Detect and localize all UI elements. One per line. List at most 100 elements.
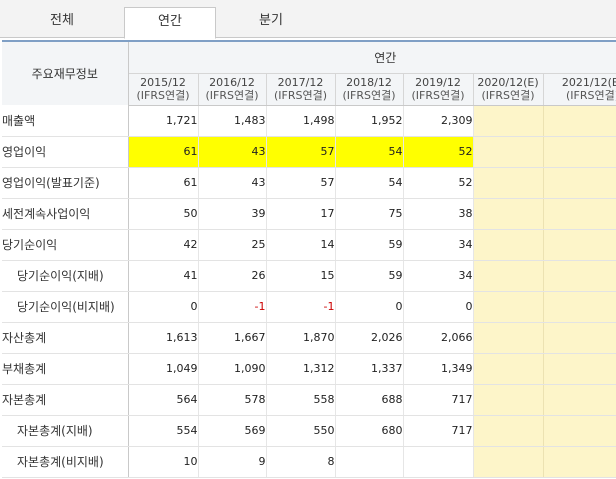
row-label[interactable]: 영업이익 <box>2 136 129 168</box>
estimate-cell <box>473 229 544 261</box>
row-label[interactable]: 자본총계(비지배) <box>2 446 129 478</box>
value-cell: 1,498 <box>266 105 336 137</box>
value-cell: 54 <box>335 167 404 199</box>
row-label[interactable]: 세전계속사업이익 <box>2 198 129 230</box>
estimate-cell <box>543 229 616 261</box>
estimate-cell <box>543 446 616 478</box>
value-cell: 0 <box>128 291 199 323</box>
value-cell: 2,066 <box>403 322 474 354</box>
value-cell: 717 <box>403 415 474 447</box>
value-cell: 0 <box>403 291 474 323</box>
table-row: 자본총계(비지배) 10 9 8 <box>2 446 616 478</box>
table-row: 자본총계(지배) 554 569 550 680 717 <box>2 415 616 447</box>
value-cell: 1,870 <box>266 322 336 354</box>
financial-summary-table: 주요재무정보 연간 2015/12 (IFRS연결) 2016/12 (IFRS연결)… <box>2 40 616 478</box>
annual-group-header: 연간 <box>128 40 616 74</box>
estimate-cell <box>473 384 544 416</box>
value-cell: 1,667 <box>198 322 267 354</box>
row-label[interactable]: 당기순이익(비지배) <box>2 291 129 323</box>
tab-annual[interactable]: 연간 <box>124 7 216 39</box>
estimate-cell <box>473 353 544 385</box>
value-cell: 52 <box>403 167 474 199</box>
estimate-cell <box>473 105 544 137</box>
tab-quarterly[interactable]: 분기 <box>216 7 326 38</box>
value-cell: 59 <box>335 229 404 261</box>
value-cell: 688 <box>335 384 404 416</box>
value-cell: 1,349 <box>403 353 474 385</box>
value-cell: 0 <box>335 291 404 323</box>
value-cell: 43 <box>198 167 267 199</box>
period-basis: (IFRS연결) <box>205 89 259 102</box>
value-cell: 1,952 <box>335 105 404 137</box>
value-cell: 1,090 <box>198 353 267 385</box>
period-header: 2020/12(E) (IFRS연결) <box>473 73 544 106</box>
period-date: 2019/12 <box>415 76 461 89</box>
row-label[interactable]: 영업이익(발표기준) <box>2 167 129 199</box>
estimate-cell <box>473 136 544 168</box>
value-cell: 558 <box>266 384 336 416</box>
row-label[interactable]: 부채총계 <box>2 353 129 385</box>
value-cell: 554 <box>128 415 199 447</box>
value-cell: 34 <box>403 260 474 292</box>
value-cell: 1,337 <box>335 353 404 385</box>
row-label[interactable]: 매출액 <box>2 105 129 137</box>
value-cell: 42 <box>128 229 199 261</box>
period-date: 2017/12 <box>277 76 324 89</box>
table-row: 당기순이익(비지배) 0 -1 -1 0 0 <box>2 291 616 323</box>
value-cell: 1,312 <box>266 353 336 385</box>
period-basis: (IFRS연결) <box>342 89 396 102</box>
table-row: 부채총계 1,049 1,090 1,312 1,337 1,349 <box>2 353 616 385</box>
estimate-cell <box>543 198 616 230</box>
period-date: 2018/12 <box>346 76 392 89</box>
estimate-cell <box>473 446 544 478</box>
row-label[interactable]: 자본총계 <box>2 384 129 416</box>
value-cell: 59 <box>335 260 404 292</box>
tab-all[interactable]: 전체 <box>0 7 124 38</box>
value-cell <box>335 446 404 478</box>
period-header: 2021/12(E)(IFRS연결) <box>543 73 616 106</box>
value-cell: -1 <box>198 291 267 323</box>
value-cell: 57 <box>266 136 336 168</box>
value-cell: 52 <box>403 136 474 168</box>
row-label[interactable]: 자본총계(지배) <box>2 415 129 447</box>
period-basis: (IFRS연결) <box>136 89 190 102</box>
value-cell: 75 <box>335 198 404 230</box>
value-cell: 2,309 <box>403 105 474 137</box>
estimate-cell <box>473 322 544 354</box>
period-basis: (IFRS연결) <box>411 89 465 102</box>
value-cell <box>403 446 474 478</box>
period-header: 2019/12 (IFRS연결) <box>403 73 474 106</box>
estimate-cell <box>543 105 616 137</box>
table-row: 세전계속사업이익 50 39 17 75 38 <box>2 198 616 230</box>
table-row: 당기순이익(지배) 41 26 15 59 34 <box>2 260 616 292</box>
period-basis: (IFRS연결) <box>273 89 328 102</box>
value-cell: 17 <box>266 198 336 230</box>
value-cell: 1,613 <box>128 322 199 354</box>
value-cell: 1,049 <box>128 353 199 385</box>
table-row: 매출액 1,721 1,483 1,498 1,952 2,309 <box>2 105 616 137</box>
value-cell: 680 <box>335 415 404 447</box>
table-row: 영업이익 61 43 57 54 52 <box>2 136 616 168</box>
value-cell: 25 <box>198 229 267 261</box>
period-date: 2020/12(E) <box>477 76 539 89</box>
row-header-label: 주요재무정보 <box>2 40 129 105</box>
estimate-cell <box>473 167 544 199</box>
period-header: 2015/12 (IFRS연결) <box>128 73 199 106</box>
estimate-cell <box>543 167 616 199</box>
table-row: 당기순이익 42 25 14 59 34 <box>2 229 616 261</box>
value-cell: 61 <box>128 136 199 168</box>
estimate-cell <box>543 291 616 323</box>
estimate-cell <box>473 291 544 323</box>
row-label[interactable]: 자산총계 <box>2 322 129 354</box>
value-cell: 14 <box>266 229 336 261</box>
period-header: 2017/12 (IFRS연결) <box>266 73 336 106</box>
value-cell: 61 <box>128 167 199 199</box>
estimate-cell <box>543 384 616 416</box>
row-label[interactable]: 당기순이익 <box>2 229 129 261</box>
estimate-cell <box>543 415 616 447</box>
value-cell: 50 <box>128 198 199 230</box>
value-cell: 8 <box>266 446 336 478</box>
row-label[interactable]: 당기순이익(지배) <box>2 260 129 292</box>
period-date: 2021/12(E) <box>561 76 616 89</box>
value-cell: -1 <box>266 291 336 323</box>
